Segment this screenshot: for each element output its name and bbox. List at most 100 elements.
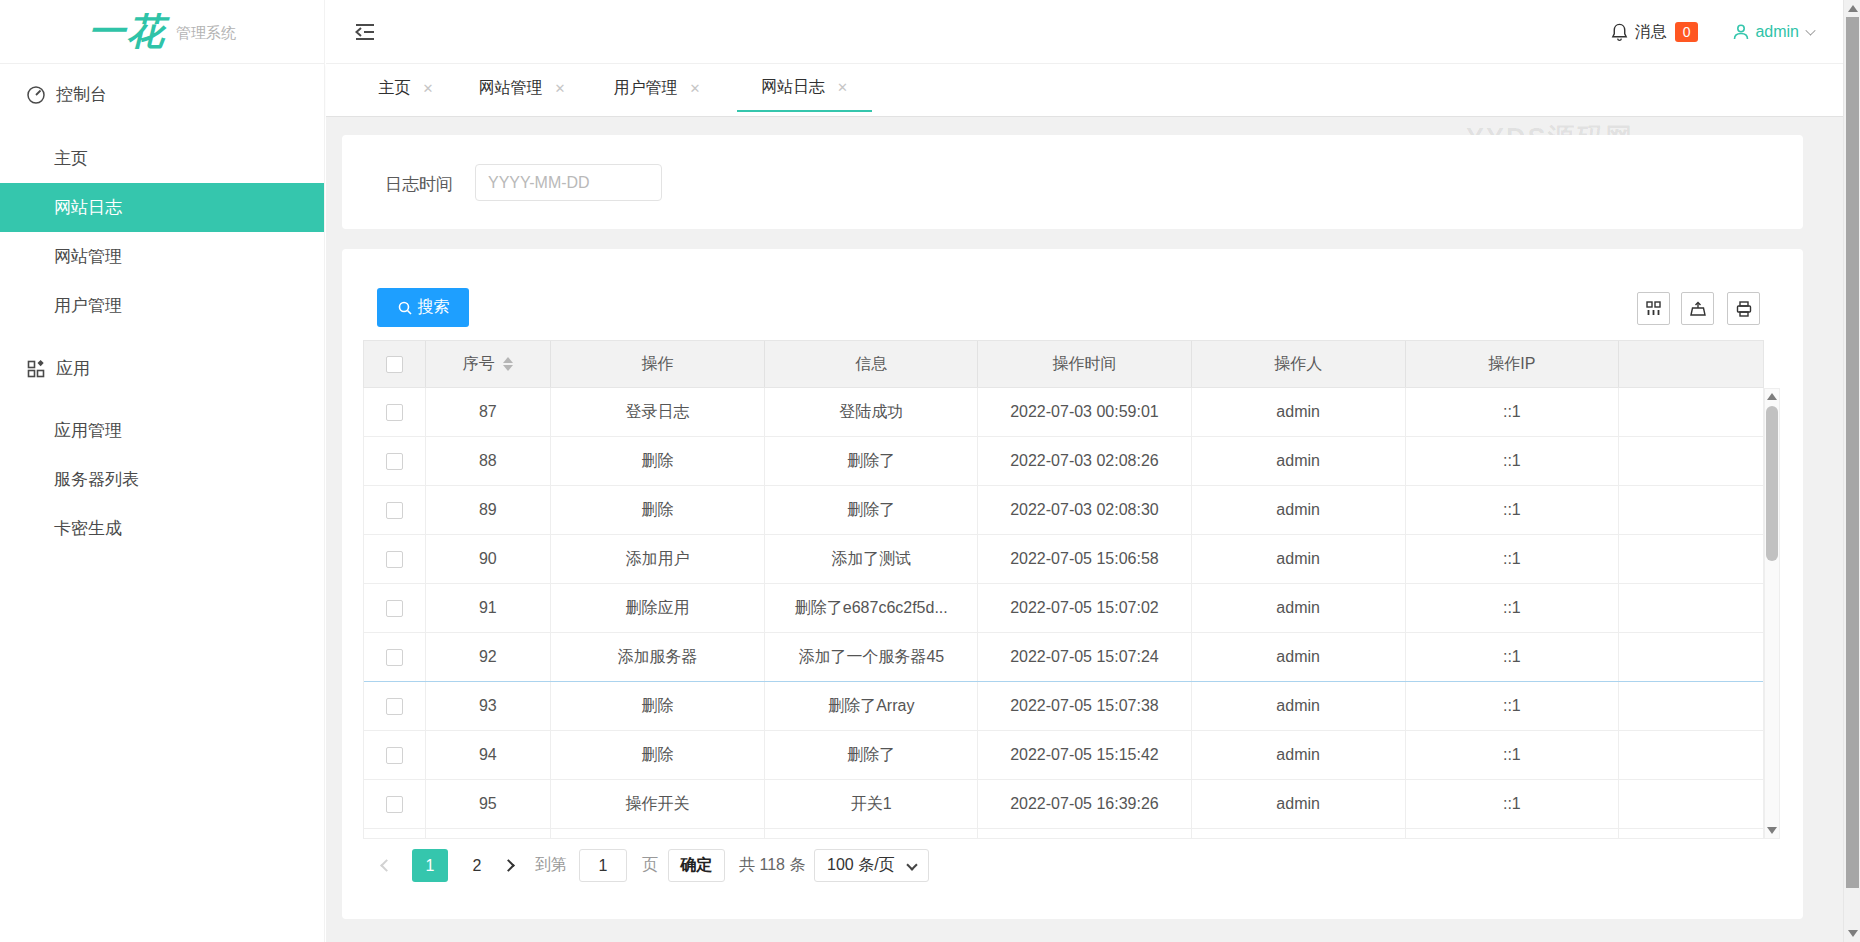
sidebar-item-应用管理[interactable]: 应用管理	[0, 406, 324, 455]
select-all-checkbox[interactable]	[386, 356, 403, 373]
row-checkbox[interactable]	[386, 649, 403, 666]
header-right: 消息 0 admin	[1610, 0, 1815, 64]
tab-label: 用户管理	[614, 78, 678, 99]
next-page-button[interactable]	[500, 849, 516, 882]
cell-time: 2022-07-03 00:59:01	[978, 388, 1192, 436]
top-header: 消息 0 admin	[326, 0, 1843, 64]
column-header-label: 序号	[463, 354, 495, 375]
cell-info: 删除了Array	[765, 682, 978, 730]
cell-time: 2022-07-05 15:07:38	[978, 682, 1192, 730]
table-body: 87登录日志登陆成功2022-07-03 00:59:01admin::188删…	[363, 388, 1764, 839]
tab-网站管理[interactable]: 网站管理 ✕	[466, 64, 578, 112]
sidebar-item-卡密生成[interactable]: 卡密生成	[0, 504, 324, 553]
cell-action: 添加服务器	[551, 633, 766, 681]
page-size-value: 100 条/页	[827, 855, 895, 876]
user-menu[interactable]: admin	[1732, 23, 1815, 41]
log-time-label: 日志时间	[385, 173, 453, 196]
table-row: 88删除删除了2022-07-03 02:08:26admin::1	[364, 437, 1763, 486]
cell-id: 91	[426, 584, 551, 632]
tab-close-icon[interactable]: ✕	[423, 81, 434, 96]
row-checkbox[interactable]	[386, 796, 403, 813]
cell-id: 88	[426, 437, 551, 485]
cell-ip: ::1	[1406, 486, 1620, 534]
tab-主页[interactable]: 主页 ✕	[360, 64, 452, 112]
sidebar-group-label: 控制台	[56, 83, 107, 106]
bell-icon	[1610, 22, 1629, 42]
tab-网站日志[interactable]: 网站日志✕	[737, 64, 872, 112]
filter-panel: 日志时间	[342, 135, 1803, 229]
log-date-input[interactable]	[475, 164, 662, 201]
log-table: 序号操作信息操作时间操作人操作IP 87登录日志登陆成功2022-07-03 0…	[363, 340, 1764, 839]
cell-user: admin	[1192, 388, 1406, 436]
total-count-label: 共 118 条	[739, 849, 805, 882]
sort-icon[interactable]	[503, 357, 513, 371]
goto-page-input[interactable]	[579, 849, 627, 882]
column-header-操作[interactable]: 操作	[551, 341, 766, 387]
cell-empty	[1619, 633, 1763, 681]
search-button[interactable]: 搜索	[377, 288, 469, 327]
sidebar-item-用户管理[interactable]: 用户管理	[0, 281, 324, 330]
column-header-信息[interactable]: 信息	[765, 341, 978, 387]
column-header-label: 操作时间	[1052, 354, 1116, 375]
page-scrollbar-thumb	[1846, 17, 1859, 888]
page-scrollbar[interactable]	[1843, 0, 1860, 942]
username: admin	[1755, 23, 1799, 41]
cell-id: 95	[426, 780, 551, 828]
cell-action: 删除	[551, 437, 766, 485]
messages-button[interactable]: 消息 0	[1610, 22, 1699, 43]
page-button-1[interactable]: 1	[412, 849, 448, 882]
column-header-操作时间[interactable]: 操作时间	[978, 341, 1192, 387]
search-icon	[397, 300, 413, 316]
sidebar-item-服务器列表[interactable]: 服务器列表	[0, 455, 324, 504]
page-button-2[interactable]: 2	[462, 849, 492, 882]
tab-close-icon[interactable]: ✕	[555, 81, 566, 96]
print-icon	[1735, 300, 1753, 318]
columns-filter-button[interactable]	[1637, 292, 1670, 325]
sidebar-fold-icon[interactable]	[352, 19, 378, 45]
cell-time: 2022-07-05 15:15:42	[978, 731, 1192, 779]
cell-id: 92	[426, 633, 551, 681]
sidebar-group-应用[interactable]: 应用	[0, 344, 324, 393]
prev-page-button[interactable]	[378, 849, 394, 882]
app-root: 一花 管理系统 控制台主页网站日志网站管理用户管理应用应用管理服务器列表卡密生成…	[0, 0, 1860, 942]
row-checkbox[interactable]	[386, 551, 403, 568]
cell-info: 删除了	[765, 486, 978, 534]
sidebar-group-控制台[interactable]: 控制台	[0, 70, 324, 119]
cell-ip: ::1	[1406, 633, 1620, 681]
row-checkbox-cell	[364, 584, 426, 632]
table-scrollbar[interactable]	[1764, 388, 1780, 839]
header-checkbox-cell	[364, 341, 426, 387]
cell-action: 操作开关	[551, 780, 766, 828]
table-row: 91删除应用删除了e687c6c2f5d...2022-07-05 15:07:…	[364, 584, 1763, 633]
cell-id: 94	[426, 731, 551, 779]
column-header-操作IP[interactable]: 操作IP	[1406, 341, 1620, 387]
tab-label: 网站管理	[479, 78, 543, 99]
sidebar-item-网站管理[interactable]: 网站管理	[0, 232, 324, 281]
page-size-select[interactable]: 100 条/页	[814, 849, 929, 882]
column-header-序号[interactable]: 序号	[426, 341, 551, 387]
print-button[interactable]	[1727, 292, 1760, 325]
table-row: 93删除删除了Array2022-07-05 15:07:38admin::1	[364, 682, 1763, 731]
row-checkbox[interactable]	[386, 747, 403, 764]
table-row: 89删除删除了2022-07-03 02:08:30admin::1	[364, 486, 1763, 535]
row-checkbox-cell	[364, 682, 426, 730]
row-checkbox[interactable]	[386, 453, 403, 470]
cell-ip: ::1	[1406, 731, 1620, 779]
column-header-操作人[interactable]: 操作人	[1192, 341, 1406, 387]
export-button[interactable]	[1681, 292, 1714, 325]
confirm-button[interactable]: 确定	[668, 849, 725, 882]
row-checkbox[interactable]	[386, 502, 403, 519]
tab-close-icon[interactable]: ✕	[690, 81, 701, 96]
cell-empty	[978, 829, 1192, 838]
cell-info: 登陆成功	[765, 388, 978, 436]
row-checkbox[interactable]	[386, 698, 403, 715]
cell-empty	[1406, 829, 1620, 838]
sidebar-item-主页[interactable]: 主页	[0, 134, 324, 183]
row-checkbox[interactable]	[386, 404, 403, 421]
tab-close-icon[interactable]: ✕	[837, 80, 848, 95]
cell-action: 添加用户	[551, 535, 766, 583]
row-checkbox[interactable]	[386, 600, 403, 617]
tab-用户管理[interactable]: 用户管理 ✕	[601, 64, 713, 112]
sidebar-item-网站日志[interactable]: 网站日志	[0, 183, 324, 232]
tab-label: 主页	[379, 78, 411, 99]
